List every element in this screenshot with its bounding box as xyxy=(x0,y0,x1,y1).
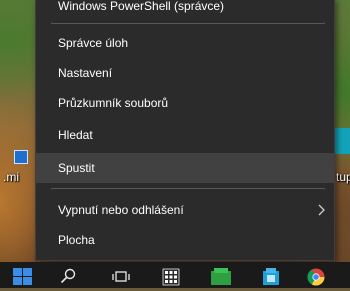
menu-item-settings[interactable]: Nastavení xyxy=(36,58,334,88)
menu-item-label: Hledat xyxy=(58,128,93,142)
menu-item-task-manager[interactable]: Správce úloh xyxy=(36,28,334,58)
menu-item-search[interactable]: Hledat xyxy=(36,120,334,150)
menu-item-label: Plocha xyxy=(58,233,95,247)
store-icon[interactable] xyxy=(262,268,280,286)
menu-separator xyxy=(51,188,325,189)
menu-item-shutdown-signout[interactable]: Vypnutí nebo odhlášení xyxy=(36,195,334,225)
windows-start-icon[interactable] xyxy=(13,268,33,286)
menu-separator xyxy=(51,23,325,24)
menu-item-desktop[interactable]: Plocha xyxy=(36,225,334,255)
search-icon[interactable] xyxy=(60,268,76,284)
green-app-icon[interactable] xyxy=(210,268,232,286)
calculator-icon[interactable] xyxy=(162,268,180,286)
menu-item-run[interactable]: Spustit xyxy=(36,153,334,183)
menu-item-label: Správce úloh xyxy=(58,36,129,50)
desktop-shortcut-icon[interactable] xyxy=(14,150,28,164)
menu-item-label: Průzkumník souborů xyxy=(58,96,169,110)
menu-item-powershell-admin[interactable]: Windows PowerShell (správce) xyxy=(36,0,334,21)
menu-item-label: Nastavení xyxy=(58,66,113,80)
menu-item-label: Spustit xyxy=(58,161,95,175)
menu-item-label: Vypnutí nebo odhlášení xyxy=(58,203,184,217)
desktop-app-icon[interactable] xyxy=(334,128,350,154)
winx-context-menu: Windows PowerShell (správce) Správce úlo… xyxy=(35,0,335,261)
menu-item-label: Windows PowerShell (správce) xyxy=(58,0,225,13)
task-view-icon[interactable] xyxy=(112,268,130,286)
chevron-right-icon xyxy=(318,204,326,216)
menu-item-file-explorer[interactable]: Průzkumník souborů xyxy=(36,88,334,118)
desktop-app-label[interactable]: tup xyxy=(336,170,350,184)
desktop-shortcut-label[interactable]: .mi xyxy=(3,170,19,184)
chrome-icon[interactable] xyxy=(307,268,325,286)
